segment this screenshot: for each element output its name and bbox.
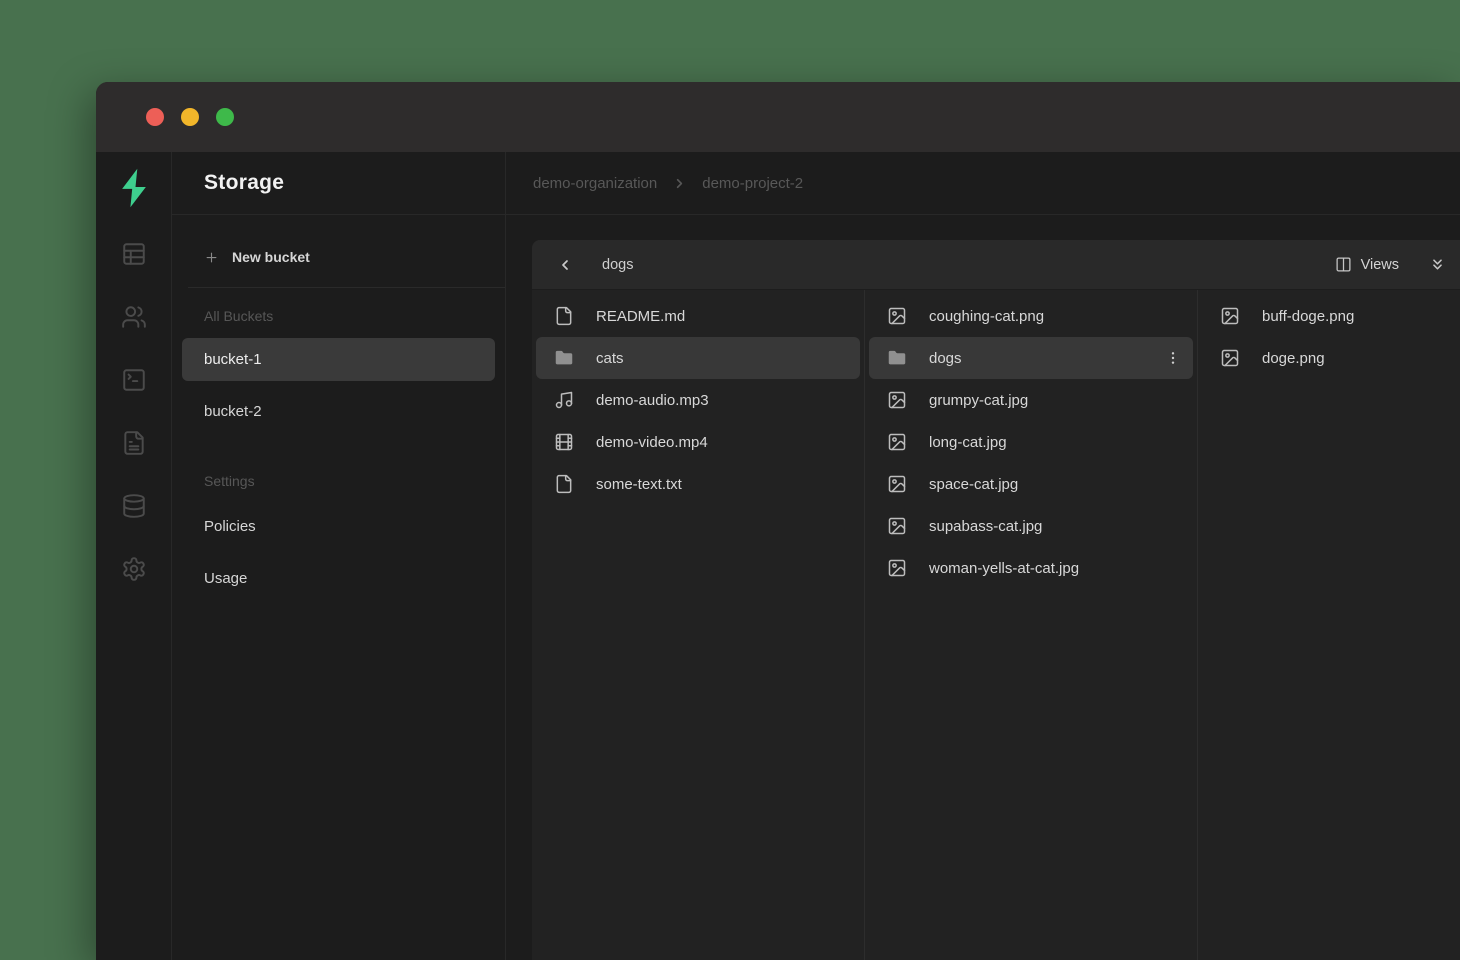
file-name-label: dogs bbox=[929, 350, 962, 367]
maximize-button[interactable] bbox=[216, 108, 234, 126]
section-label: All Buckets bbox=[172, 308, 505, 324]
storage-sidebar: Storage New bucket All Buckets bucket-1 bu… bbox=[172, 152, 506, 960]
file-name-label: README.md bbox=[596, 308, 685, 325]
file-name-label: coughing-cat.png bbox=[929, 308, 1044, 325]
file-name-label: cats bbox=[596, 350, 624, 367]
image-icon bbox=[887, 474, 907, 494]
nav-rail bbox=[96, 152, 172, 960]
file-name-label: demo-video.mp4 bbox=[596, 434, 708, 451]
page-title: Storage bbox=[204, 171, 284, 195]
miller-columns: README.md cats demo-audio.mp3 demo-video.mp… bbox=[532, 290, 1460, 960]
sidebar-item-policies[interactable]: Policies bbox=[182, 505, 495, 548]
file-name-label: doge.png bbox=[1262, 350, 1325, 367]
chevron-right-icon bbox=[672, 176, 687, 191]
sidebar-sections: All Buckets bucket-1 bucket-2 Settings Polic… bbox=[172, 308, 505, 600]
file-name-label: supabass-cat.jpg bbox=[929, 518, 1042, 535]
current-folder-label: dogs bbox=[602, 257, 633, 273]
views-label: Views bbox=[1361, 257, 1399, 273]
database-icon[interactable] bbox=[121, 493, 147, 519]
film-icon bbox=[554, 432, 574, 452]
music-icon bbox=[554, 390, 574, 410]
sidebar-item-usage[interactable]: Usage bbox=[182, 557, 495, 600]
breadcrumb-project[interactable]: demo-project-2 bbox=[702, 175, 803, 192]
image-icon bbox=[887, 558, 907, 578]
file-browser-toolbar: dogs Views bbox=[532, 240, 1460, 290]
new-bucket-label: New bucket bbox=[232, 249, 310, 265]
sidebar-item-bucket-1[interactable]: bucket-1 bbox=[182, 338, 495, 381]
folder-row-cats[interactable]: cats bbox=[536, 337, 860, 379]
sidebar-item-bucket-2[interactable]: bucket-2 bbox=[182, 390, 495, 433]
file-row-README.md[interactable]: README.md bbox=[536, 295, 860, 337]
file-row-woman-yells-at-cat.jpg[interactable]: woman-yells-at-cat.jpg bbox=[869, 547, 1193, 589]
file-row-long-cat.jpg[interactable]: long-cat.jpg bbox=[869, 421, 1193, 463]
file-row-space-cat.jpg[interactable]: space-cat.jpg bbox=[869, 463, 1193, 505]
image-icon bbox=[887, 390, 907, 410]
file-row-coughing-cat.png[interactable]: coughing-cat.png bbox=[869, 295, 1193, 337]
file-name-label: space-cat.jpg bbox=[929, 476, 1018, 493]
image-icon bbox=[887, 432, 907, 452]
auth-users-icon[interactable] bbox=[121, 304, 147, 330]
file-row-some-text.txt[interactable]: some-text.txt bbox=[536, 463, 860, 505]
sidebar-divider bbox=[188, 287, 505, 288]
image-icon bbox=[1220, 306, 1240, 326]
settings-gear-icon[interactable] bbox=[121, 556, 147, 582]
image-icon bbox=[1220, 348, 1240, 368]
app-body: Storage New bucket All Buckets bucket-1 bu… bbox=[96, 152, 1460, 960]
section-label: Settings bbox=[172, 473, 505, 489]
file-column-2: coughing-cat.png dogs grumpy-cat.jpg long-c… bbox=[865, 290, 1198, 960]
main-area: demo-organization demo-project-2 dogs Vi… bbox=[506, 152, 1460, 960]
columns-icon bbox=[1335, 256, 1352, 273]
supabase-bolt-icon[interactable] bbox=[116, 165, 152, 211]
file-icon bbox=[554, 306, 574, 326]
breadcrumb: demo-organization demo-project-2 bbox=[506, 152, 1460, 215]
minimize-button[interactable] bbox=[181, 108, 199, 126]
views-button[interactable]: Views bbox=[1335, 256, 1399, 273]
file-name-label: demo-audio.mp3 bbox=[596, 392, 709, 409]
close-button[interactable] bbox=[146, 108, 164, 126]
folder-icon bbox=[554, 348, 574, 368]
file-row-supabass-cat.jpg[interactable]: supabass-cat.jpg bbox=[869, 505, 1193, 547]
breadcrumb-organization[interactable]: demo-organization bbox=[533, 175, 657, 192]
image-icon bbox=[887, 306, 907, 326]
table-editor-icon[interactable] bbox=[121, 241, 147, 267]
file-row-demo-video.mp4[interactable]: demo-video.mp4 bbox=[536, 421, 860, 463]
file-row-buff-doge.png[interactable]: buff-doge.png bbox=[1202, 295, 1456, 337]
sidebar-section-buckets: All Buckets bucket-1 bucket-2 bbox=[172, 308, 505, 433]
logs-file-icon[interactable] bbox=[121, 430, 147, 456]
more-options-icon[interactable] bbox=[1165, 350, 1181, 366]
file-name-label: buff-doge.png bbox=[1262, 308, 1354, 325]
file-row-grumpy-cat.jpg[interactable]: grumpy-cat.jpg bbox=[869, 379, 1193, 421]
file-row-doge.png[interactable]: doge.png bbox=[1202, 337, 1456, 379]
file-row-demo-audio.mp3[interactable]: demo-audio.mp3 bbox=[536, 379, 860, 421]
file-name-label: grumpy-cat.jpg bbox=[929, 392, 1028, 409]
chevrons-down-icon[interactable] bbox=[1429, 256, 1446, 273]
file-browser-panel: dogs Views README.md cats demo-audio.mp3 de… bbox=[532, 240, 1460, 960]
sql-editor-icon[interactable] bbox=[121, 367, 147, 393]
image-icon bbox=[887, 516, 907, 536]
sidebar-section-settings: Settings Policies Usage bbox=[172, 473, 505, 600]
folder-icon bbox=[887, 348, 907, 368]
titlebar bbox=[96, 82, 1460, 152]
file-name-label: long-cat.jpg bbox=[929, 434, 1007, 451]
file-name-label: woman-yells-at-cat.jpg bbox=[929, 560, 1079, 577]
file-icon bbox=[554, 474, 574, 494]
nav-rail-items bbox=[121, 241, 147, 619]
new-bucket-button[interactable]: New bucket bbox=[172, 243, 505, 271]
toolbar-right: Views bbox=[1335, 256, 1460, 273]
sidebar-header: Storage bbox=[172, 152, 505, 215]
main-body: dogs Views README.md cats demo-audio.mp3 de… bbox=[506, 215, 1460, 960]
folder-row-dogs[interactable]: dogs bbox=[869, 337, 1193, 379]
file-column-1: README.md cats demo-audio.mp3 demo-video.mp… bbox=[532, 290, 865, 960]
back-button[interactable] bbox=[557, 257, 573, 273]
sidebar-nav: New bucket All Buckets bucket-1 bucket-2 Se… bbox=[172, 215, 505, 609]
app-window: Storage New bucket All Buckets bucket-1 bu… bbox=[96, 82, 1460, 960]
file-name-label: some-text.txt bbox=[596, 476, 682, 493]
file-column-3: buff-doge.png doge.png bbox=[1198, 290, 1460, 960]
plus-icon bbox=[204, 250, 219, 265]
